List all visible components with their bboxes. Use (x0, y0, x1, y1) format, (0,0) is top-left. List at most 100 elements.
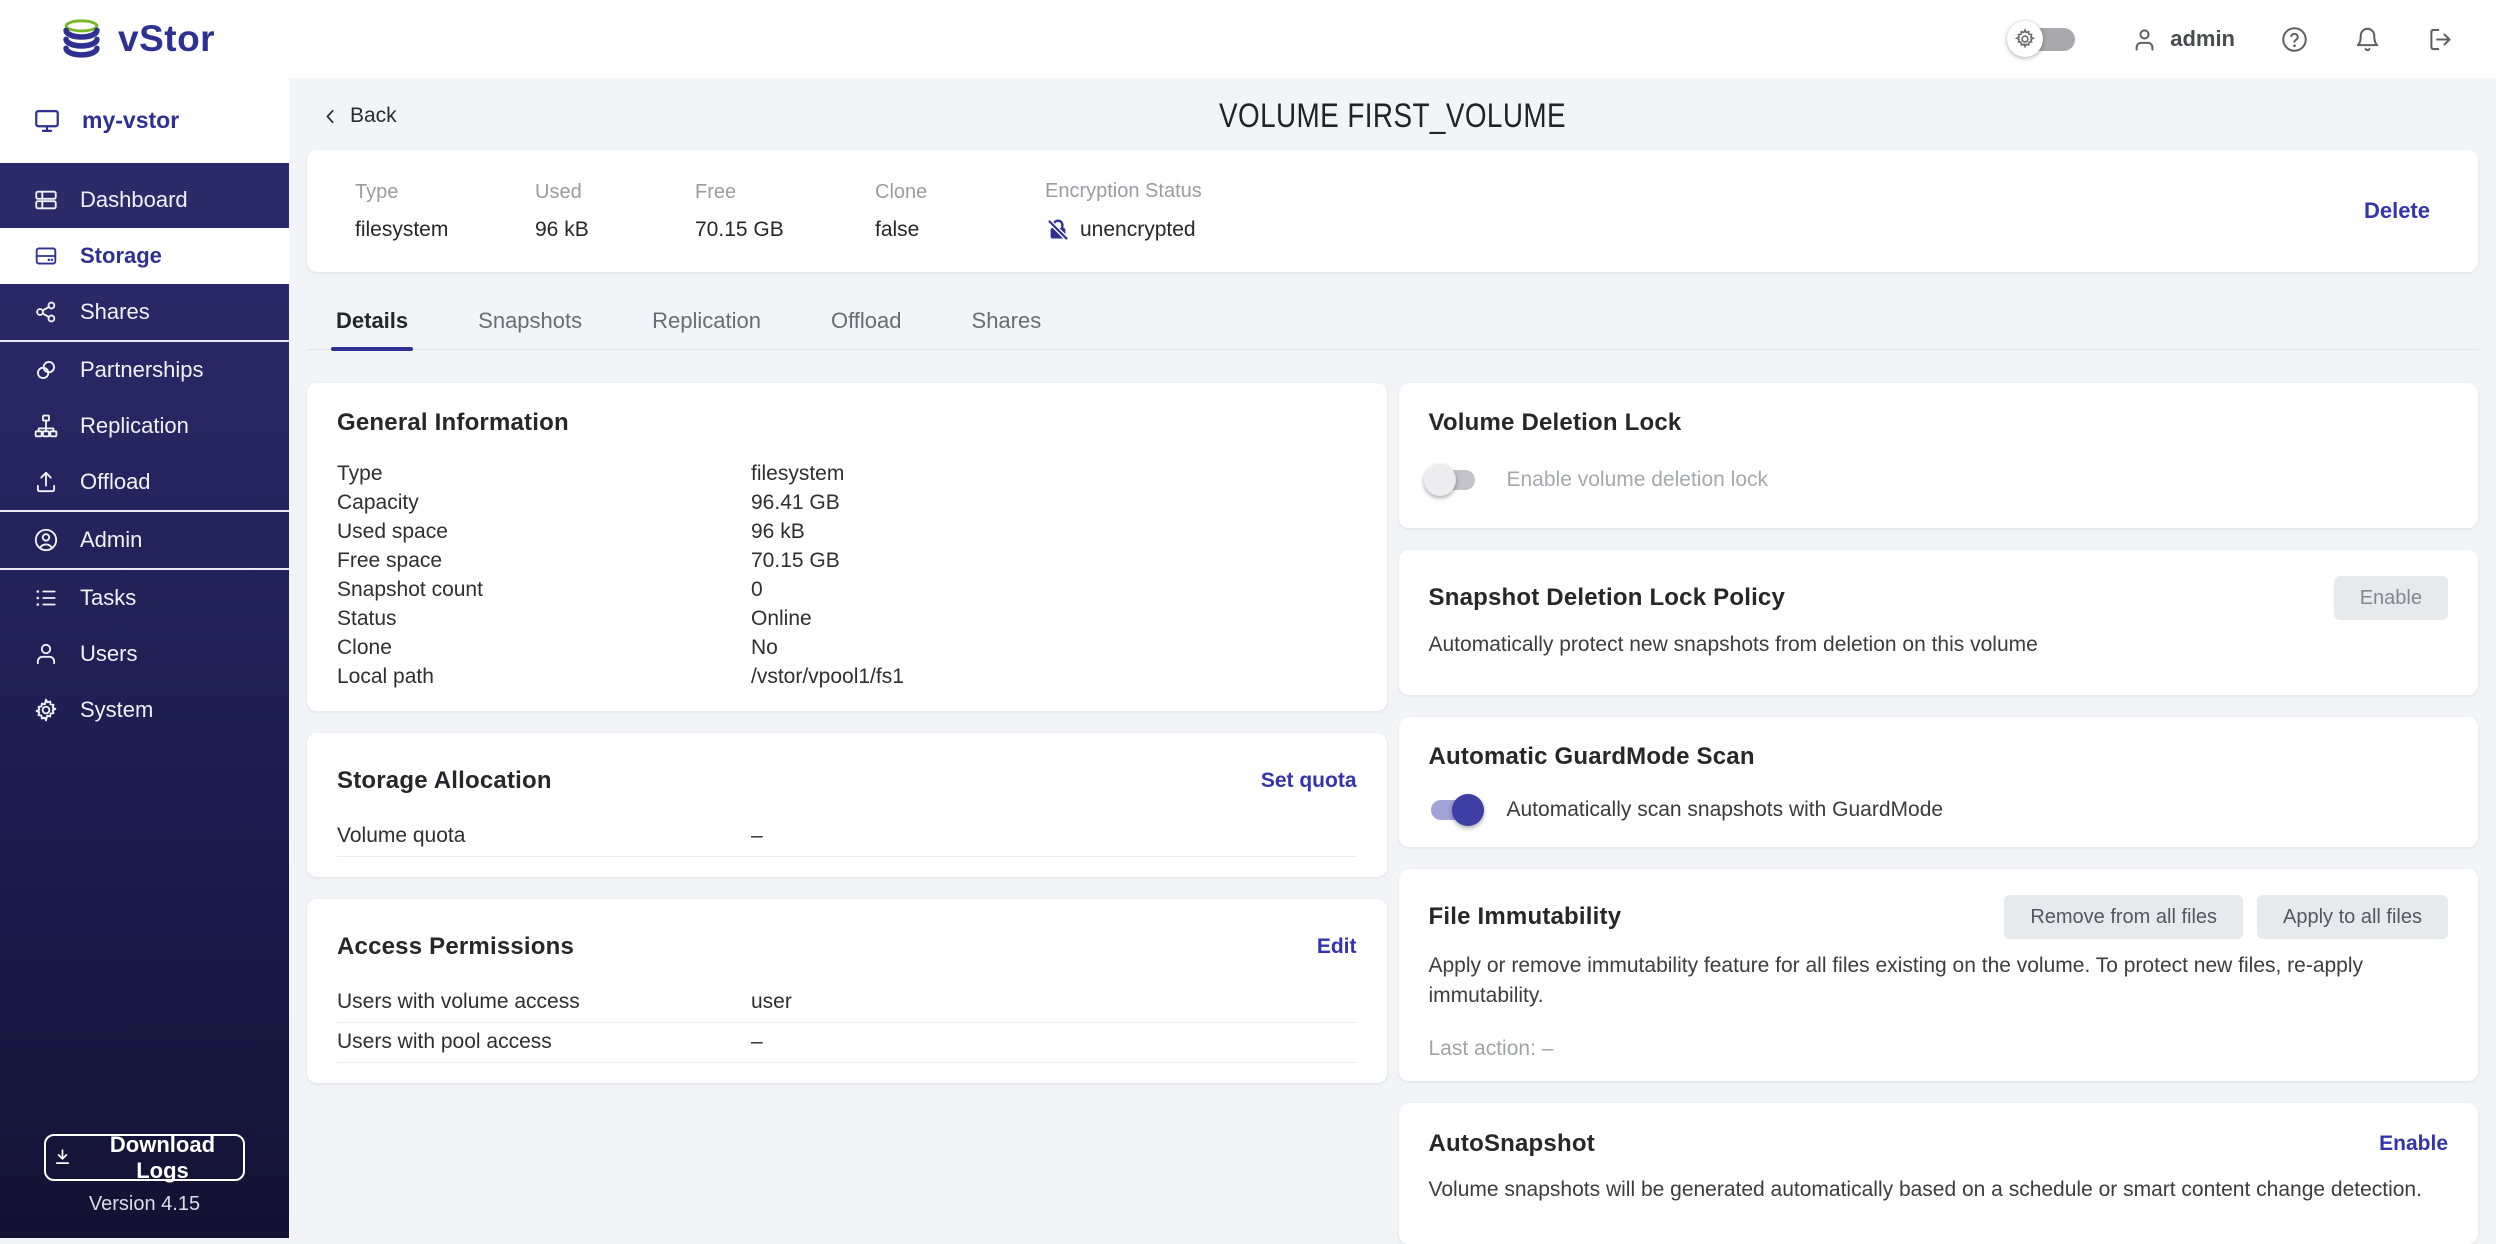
help-icon (2282, 26, 2307, 52)
hierarchy-icon (34, 414, 58, 438)
page-title: VOLUME FIRST_VOLUME (1218, 97, 1567, 135)
panel-title: Snapshot Deletion Lock Policy (1428, 584, 1786, 611)
sidebar-item-label: Users (80, 641, 138, 666)
version-label: Version 4.15 (88, 1193, 201, 1215)
host-name: my-vstor (82, 107, 180, 133)
sidebar-item-label: Storage (80, 243, 162, 268)
download-icon (55, 1149, 70, 1165)
summary-stat-type: Type filesystem (355, 180, 449, 241)
user-icon (2135, 28, 2154, 51)
logout-button[interactable] (2427, 26, 2454, 53)
lock-slash-icon (1047, 218, 1069, 241)
guardmode-scan-toggle[interactable] (1429, 793, 1484, 827)
tab-replication[interactable]: Replication (647, 298, 766, 349)
notifications-button[interactable] (2354, 26, 2381, 53)
upload-icon (36, 471, 56, 493)
panel-title: File Immutability (1428, 903, 1622, 930)
link-icon (37, 360, 55, 380)
file-immutability-panel: File Immutability Remove from all files … (1398, 869, 2478, 1081)
sidebar-item-shares[interactable]: Shares (0, 284, 289, 340)
info-row-used-space: Used space 96 kB (337, 520, 805, 543)
info-row-capacity: Capacity 96.41 GB (337, 491, 840, 514)
back-button[interactable]: Back (320, 104, 397, 128)
panel-description: Apply or remove immutability feature for… (1428, 954, 2364, 1007)
apply-immutability-button[interactable]: Apply to all files (2257, 895, 2448, 939)
last-action-label: Last action: – (1428, 1037, 1554, 1060)
set-quota-button[interactable]: Set quota (1261, 769, 1357, 793)
sidebar-item-label: Tasks (80, 585, 137, 610)
toggle-label: Automatically scan snapshots with GuardM… (1506, 798, 1944, 821)
enable-autosnapshot-button[interactable]: Enable (2379, 1132, 2448, 1156)
general-information-panel: General Information Type filesystem Capac… (307, 383, 1387, 711)
download-logs-button[interactable]: Download Logs (44, 1131, 245, 1183)
sidebar-item-label: Partnerships (80, 357, 204, 382)
gear-icon (2015, 28, 2036, 49)
tab-details[interactable]: Details (331, 298, 414, 351)
snapshot-deletion-lock-panel: Snapshot Deletion Lock Policy Enable Aut… (1398, 550, 2478, 695)
volume-access-row: Users with volume access user (337, 983, 1357, 1023)
encryption-status-value: unencrypted (1080, 217, 1196, 241)
sidebar-item-admin[interactable]: Admin (0, 512, 289, 568)
edit-permissions-button[interactable]: Edit (1317, 935, 1357, 959)
sidebar-item-offload[interactable]: Offload (0, 454, 289, 510)
gear-icon (35, 698, 57, 722)
chevron-left-icon (326, 109, 334, 123)
tab-snapshots[interactable]: Snapshots (473, 298, 587, 349)
help-button[interactable] (2281, 26, 2308, 53)
sidebar-item-users[interactable]: Users (0, 626, 289, 682)
sidebar-item-partnerships[interactable]: Partnerships (0, 342, 289, 398)
sidebar-item-replication[interactable]: Replication (0, 398, 289, 454)
access-permissions-panel: Access Permissions Edit Users with volum… (307, 899, 1387, 1083)
sidebar-item-label: System (80, 697, 154, 722)
info-row-snapshot-count: Snapshot count 0 (337, 578, 763, 601)
logo-text: vStor (118, 18, 216, 59)
panel-title: General Information (337, 409, 569, 436)
bell-icon (2356, 27, 2379, 51)
guardmode-scan-panel: Automatic GuardMode Scan Automatically s… (1398, 717, 2478, 847)
volume-deletion-lock-toggle[interactable] (1423, 463, 1477, 497)
info-row-type: Type filesystem (337, 462, 845, 485)
user-menu[interactable]: admin (2131, 26, 2235, 53)
app-header: vStor admin (0, 0, 2496, 78)
panel-description: Automatically protect new snapshots from… (1428, 633, 2038, 656)
theme-toggle[interactable] (2007, 20, 2085, 58)
sidebar-item-dashboard[interactable]: Dashboard (0, 172, 289, 228)
tab-offload[interactable]: Offload (826, 298, 907, 349)
sidebar-item-storage[interactable]: Storage (0, 228, 289, 284)
quota-row: Volume quota – (337, 817, 1357, 857)
volume-summary-card: Type filesystem Used 96 kB Free 70.15 GB… (307, 150, 2478, 272)
panel-title: AutoSnapshot (1428, 1130, 1595, 1157)
toggle-label: Enable volume deletion lock (1506, 468, 1769, 491)
panel-description: Volume snapshots will be generated autom… (1428, 1178, 2422, 1201)
sidebar-host-selector[interactable]: my-vstor (0, 78, 289, 163)
pool-access-row: Users with pool access – (337, 1023, 1357, 1063)
volume-deletion-lock-panel: Volume Deletion Lock Enable volume delet… (1398, 383, 2478, 528)
autosnapshot-panel: AutoSnapshot Enable Volume snapshots wil… (1398, 1103, 2478, 1244)
monitor-icon (35, 109, 59, 132)
user-name: admin (2170, 26, 2235, 51)
delete-volume-button[interactable]: Delete (2364, 198, 2430, 224)
panel-title: Volume Deletion Lock (1428, 409, 1682, 436)
logo: vStor (58, 18, 215, 61)
info-row-free-space: Free space 70.15 GB (337, 549, 840, 572)
panel-title: Storage Allocation (337, 767, 552, 794)
share-icon (36, 301, 56, 323)
storage-drive-icon (35, 247, 57, 265)
back-label: Back (350, 104, 397, 127)
tab-bar: Details Snapshots Replication Offload Sh… (307, 298, 2478, 351)
download-logs-label: Download Logs (109, 1131, 216, 1183)
info-row-clone: Clone No (337, 636, 778, 659)
sidebar-item-label: Admin (80, 527, 143, 552)
remove-immutability-button[interactable]: Remove from all files (2004, 895, 2244, 939)
tab-shares[interactable]: Shares (967, 298, 1047, 349)
storage-allocation-panel: Storage Allocation Set quota Volume quot… (307, 733, 1387, 877)
sidebar-item-tasks[interactable]: Tasks (0, 570, 289, 626)
sidebar-item-label: Shares (80, 299, 150, 324)
main-content: Back VOLUME FIRST_VOLUME Type filesystem… (289, 78, 2496, 1244)
sidebar-item-label: Dashboard (80, 187, 188, 212)
admin-user-circle-icon (34, 528, 58, 552)
sidebar-item-system[interactable]: System (0, 682, 289, 738)
info-row-local-path: Local path/vstor/vpool1/fs1 (337, 665, 904, 688)
database-stack-icon (63, 18, 100, 58)
enable-snapshot-lock-button[interactable]: Enable (2333, 576, 2448, 620)
